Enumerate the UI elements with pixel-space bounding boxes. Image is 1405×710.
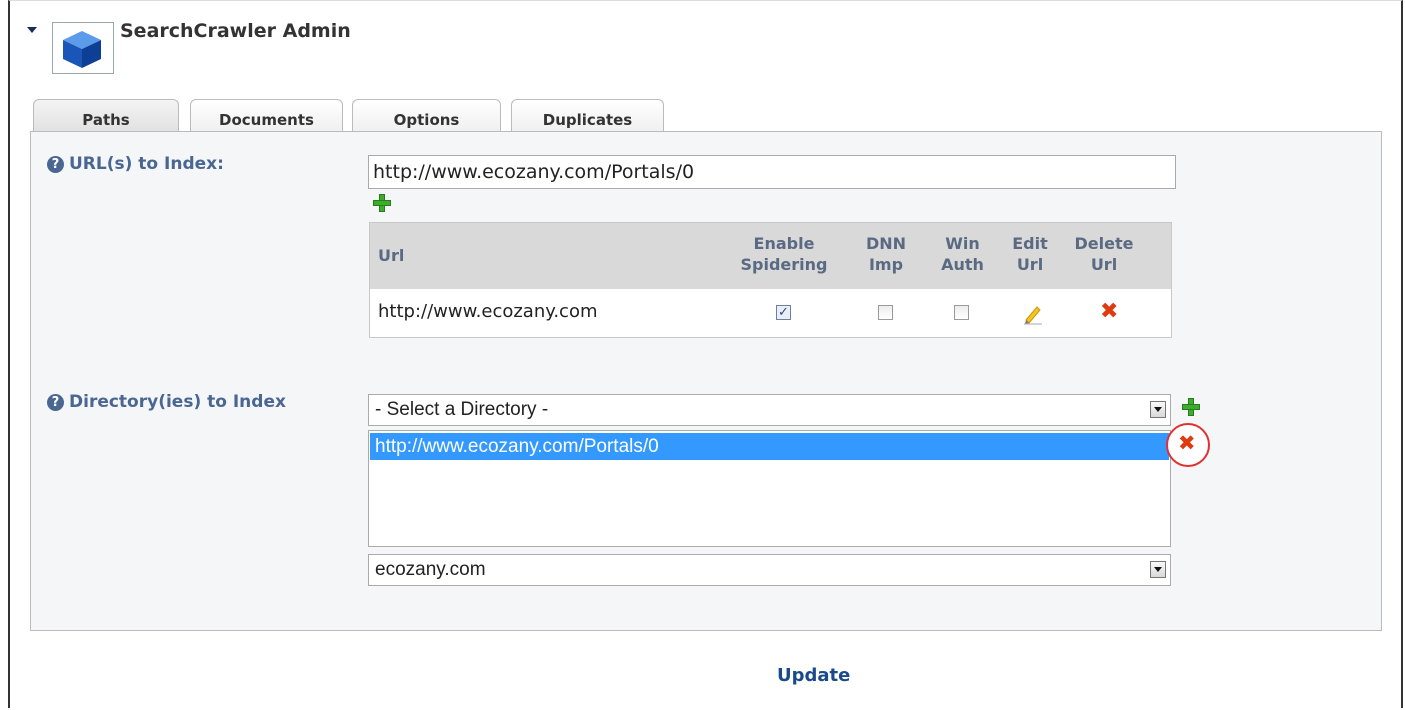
urls-label-text: URL(s) to Index: <box>69 154 224 174</box>
enable-spidering-checkbox[interactable]: ✓ <box>776 305 791 320</box>
win-auth-checkbox[interactable] <box>954 305 969 320</box>
portal-select[interactable]: ecozany.com <box>368 554 1171 586</box>
url-input[interactable]: http://www.ecozany.com/Portals/0 <box>368 155 1176 189</box>
tab-options[interactable]: Options <box>352 99 501 131</box>
cube-icon <box>52 22 114 74</box>
help-icon[interactable]: ? <box>47 156 64 173</box>
col-delete-url: Delete Url <box>1074 234 1134 274</box>
col-dnn-imp: DNN Imp <box>865 234 907 274</box>
add-url-icon[interactable] <box>373 194 391 212</box>
tab-duplicates[interactable]: Duplicates <box>511 99 664 131</box>
col-edit-url: Edit Url <box>1012 234 1048 274</box>
dnn-imp-checkbox[interactable] <box>878 305 893 320</box>
dropdown-arrow-icon[interactable] <box>1150 561 1166 578</box>
col-url: Url <box>378 246 405 265</box>
tab-paths[interactable]: Paths <box>33 99 179 132</box>
dropdown-arrow-icon[interactable] <box>1150 401 1166 418</box>
url-table: Url Enable Spidering DNN Imp Win Auth Edit U… <box>369 222 1172 338</box>
portal-select-value: ecozany.com <box>375 559 486 580</box>
directories-label: ? Directory(ies) to Index <box>47 392 286 412</box>
col-enable-spidering: Enable Spidering <box>740 234 828 274</box>
collapse-arrow-icon[interactable] <box>27 27 37 33</box>
directory-listbox[interactable]: http://www.ecozany.com/Portals/0 <box>368 430 1171 547</box>
edit-pencil-icon[interactable] <box>1022 303 1044 325</box>
col-win-auth: Win Auth <box>941 234 984 274</box>
directory-select-value: - Select a Directory - <box>375 399 549 420</box>
table-row-url: http://www.ecozany.com <box>378 301 598 322</box>
urls-label: ? URL(s) to Index: <box>47 154 224 174</box>
delete-directory-icon[interactable]: ✖ <box>1178 431 1196 455</box>
add-directory-icon[interactable] <box>1182 398 1200 416</box>
directories-label-text: Directory(ies) to Index <box>69 392 286 412</box>
delete-url-icon[interactable]: ✖ <box>1100 299 1118 324</box>
list-item[interactable]: http://www.ecozany.com/Portals/0 <box>370 433 1169 460</box>
update-link[interactable]: Update <box>777 665 850 686</box>
directory-select[interactable]: - Select a Directory - <box>368 394 1171 426</box>
tab-documents[interactable]: Documents <box>190 99 343 131</box>
help-icon[interactable]: ? <box>47 394 64 411</box>
module-title: SearchCrawler Admin <box>120 20 351 42</box>
